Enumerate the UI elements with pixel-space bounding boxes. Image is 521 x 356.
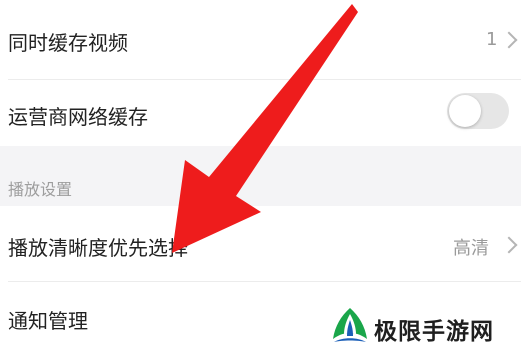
chevron-right-icon bbox=[500, 236, 518, 254]
watermark-text: 极限手游网 bbox=[374, 318, 494, 345]
playback-quality-value: 高清 bbox=[453, 238, 489, 259]
chevron-right-icon bbox=[500, 31, 518, 49]
playback-quality-label: 播放清晰度优先选择 bbox=[8, 236, 188, 260]
carrier-cache-label: 运营商网络缓存 bbox=[8, 105, 148, 129]
playback-quality-row[interactable]: 播放清晰度优先选择 高清 bbox=[0, 206, 521, 282]
carrier-cache-toggle[interactable] bbox=[447, 93, 509, 129]
playback-section-title: 播放设置 bbox=[8, 180, 73, 199]
simultaneous-cache-label: 同时缓存视频 bbox=[8, 31, 128, 55]
settings-screen: 同时缓存视频 1 运营商网络缓存 播放设置 播放清晰度优先选择 高清 通知管理 bbox=[0, 0, 521, 356]
carrier-cache-row: 运营商网络缓存 bbox=[0, 80, 521, 146]
simultaneous-cache-value: 1 bbox=[486, 29, 498, 50]
playback-section-header: 播放设置 bbox=[0, 146, 521, 206]
simultaneous-cache-row[interactable]: 同时缓存视频 1 bbox=[0, 0, 521, 80]
notifications-label: 通知管理 bbox=[8, 309, 88, 333]
watermark: 极限手游网 bbox=[330, 306, 515, 350]
watermark-logo-icon bbox=[333, 308, 367, 342]
toggle-knob bbox=[449, 95, 481, 127]
